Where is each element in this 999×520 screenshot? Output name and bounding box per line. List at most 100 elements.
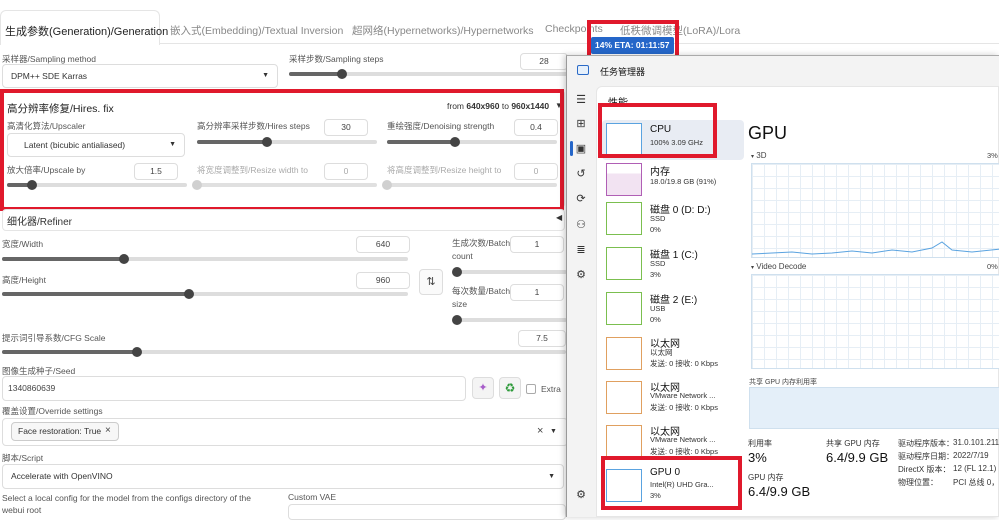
perf-item-name: GPU 0 [650,467,681,478]
perf-item-gpu0[interactable]: GPU 0 Intel(R) UHD Gra... 3% [602,466,744,506]
denoise-input[interactable]: 0.4 [514,119,558,136]
collapse-left-icon[interactable]: ◀ [556,213,562,222]
perf-item-ethernet-2[interactable]: 以太网 VMware Network ... 发送: 0 接收: 0 Kbps [602,378,744,422]
details-icon[interactable]: ≣ [574,243,588,256]
custom-vae-select[interactable] [288,504,566,520]
upscaler-select[interactable]: Latent (bicubic antialiased) ▼ [7,133,185,157]
hires-title[interactable]: 高分辨率修复/Hires. fix [7,101,114,116]
task-manager-app-icon [577,65,589,75]
physical-location-value: PCI 总线 0， [953,478,999,487]
tab-generation-label[interactable]: 生成参数(Generation)/Generation [5,23,168,39]
refiner-label[interactable]: 细化器/Refiner [7,213,72,228]
batch-size-input[interactable]: 1 [510,284,564,301]
perf-item-sub: 100% 3.09 GHz [650,138,703,147]
perf-item-ethernet-3[interactable]: 以太网 VMware Network ... 发送: 0 接收: 0 Kbps [602,422,744,466]
gpu-heading: GPU [748,123,788,143]
resize-height-slider[interactable] [382,180,557,190]
sampling-steps-slider[interactable] [289,69,569,79]
perf-item-sub: USB [650,304,666,313]
upscale-by-slider[interactable] [7,180,187,190]
perf-item-disk1[interactable]: 磁盘 1 (C:) SSD 3% [602,244,744,288]
resize-width-input[interactable]: 0 [324,163,368,180]
override-label: 覆盖设置/Override settings [2,406,103,416]
resize-height-label: 将高度调整到/Resize height to [387,165,502,175]
hires-steps-slider[interactable] [197,137,377,147]
denoise-label: 重绘强度/Denoising strength [387,121,495,131]
driver-version-value: 31.0.101.211 [953,438,999,447]
batch-count-slider[interactable] [452,267,567,277]
cfg-input[interactable]: 7.5 [518,330,566,347]
extra-label[interactable]: Extra [541,384,561,394]
engine-video-name: Video Decode [756,262,807,271]
sampling-method-select[interactable]: DPM++ SDE Karras ▼ [2,64,278,88]
perf-item-sub: VMware Network ... [650,391,716,400]
perf-item-cpu[interactable]: CPU 100% 3.09 GHz [602,120,744,160]
width-input[interactable]: 640 [356,236,410,253]
cfg-slider[interactable] [2,347,566,357]
resize-height-input[interactable]: 0 [514,163,558,180]
graph-video-decode [751,274,999,369]
refiner-panel[interactable] [2,209,565,231]
services-icon[interactable]: ⚙ [574,268,588,281]
chevron-down-icon: ▼ [169,141,176,148]
denoise-slider[interactable] [387,137,557,147]
tab-textual-inversion[interactable]: 嵌入式(Embedding)/Textual Inversion [170,23,343,38]
graph-3d [751,163,999,258]
hamburger-menu-icon[interactable]: ☰ [574,93,588,106]
perf-item-disk2[interactable]: 磁盘 2 (E:) USB 0% [602,289,744,333]
driver-version-label: 驱动程序版本： [898,439,954,448]
perf-item-name: 内存 [650,167,670,178]
chip-close-icon[interactable]: × [105,425,111,436]
swap-dimensions-button[interactable]: ⇅ [419,269,443,295]
height-slider[interactable] [2,289,408,299]
performance-icon[interactable]: ▣ [574,142,588,155]
perf-item-ethernet-1[interactable]: 以太网 以太网 发送: 0 接收: 0 Kbps [602,334,744,378]
upscale-by-input[interactable]: 1.5 [134,163,178,180]
app-history-icon[interactable]: ↺ [574,167,588,180]
hires-steps-label: 高分辨率采样步数/Hires steps [197,121,310,131]
perf-item-sub2: 发送: 0 接收: 0 Kbps [650,447,718,456]
perf-item-sub: VMware Network ... [650,435,716,444]
resize-width-slider[interactable] [192,180,377,190]
users-icon[interactable]: ⚇ [574,218,588,231]
sampling-steps-input[interactable]: 28 [520,53,568,70]
custom-vae-label: Custom VAE [288,492,337,502]
batch-size-slider[interactable] [452,315,567,325]
driver-date-value: 2022/7/19 [953,451,989,460]
clear-icon[interactable]: × [537,425,543,437]
chevron-down-icon[interactable]: ▼ [550,428,557,435]
seed-input[interactable]: 1340860639 [2,376,466,401]
tab-checkpoints[interactable]: Checkpoints [545,23,603,35]
processes-icon[interactable]: ⊞ [574,117,588,130]
batch-count-input[interactable]: 1 [510,236,564,253]
chevron-down-icon: ▼ [262,72,269,79]
script-select[interactable]: Accelerate with OpenVINO ▼ [2,464,564,489]
width-slider[interactable] [2,254,408,264]
perf-item-name: CPU [650,124,672,135]
perf-item-disk0[interactable]: 磁盘 0 (D: D:) SSD 0% [602,199,744,243]
extra-checkbox[interactable] [526,384,536,394]
reuse-seed-button[interactable]: ♻ [499,377,521,399]
perf-item-sub2: 3% [650,491,661,500]
height-input[interactable]: 960 [356,272,410,289]
random-seed-button[interactable]: ✦ [472,377,494,399]
tab-lora[interactable]: 低秩微调模型(LoRA)/Lora [620,23,740,38]
sampling-method-value: DPM++ SDE Karras [11,71,88,81]
task-manager-title: 任务管理器 [600,67,646,77]
collapse-icon[interactable]: ▼ [555,101,563,110]
resize-width-label: 将宽度调整到/Resize width to [197,165,308,175]
tab-hypernetworks[interactable]: 超网络(Hypernetworks)/Hypernetworks [352,23,533,38]
physical-location-label: 物理位置： [898,478,938,487]
perf-item-sub2: 0% [650,225,661,234]
settings-icon[interactable]: ⚙ [574,488,588,501]
engine-3d-name: 3D [756,151,767,160]
startup-icon[interactable]: ⟳ [574,192,588,205]
perf-item-sub2: 发送: 0 接收: 0 Kbps [650,403,718,412]
progress-text: 14% ETA: 01:11:57 [595,40,670,50]
engine-3d-pct: 3% [987,151,998,160]
perf-item-memory[interactable]: 内存 18.0/19.8 GB (91%) [602,160,744,200]
hires-steps-input[interactable]: 30 [324,119,368,136]
engine-video-pct: 0% [987,262,998,271]
hires-from-value: 640x960 [466,101,500,111]
perf-item-sub: 以太网 [650,348,673,357]
